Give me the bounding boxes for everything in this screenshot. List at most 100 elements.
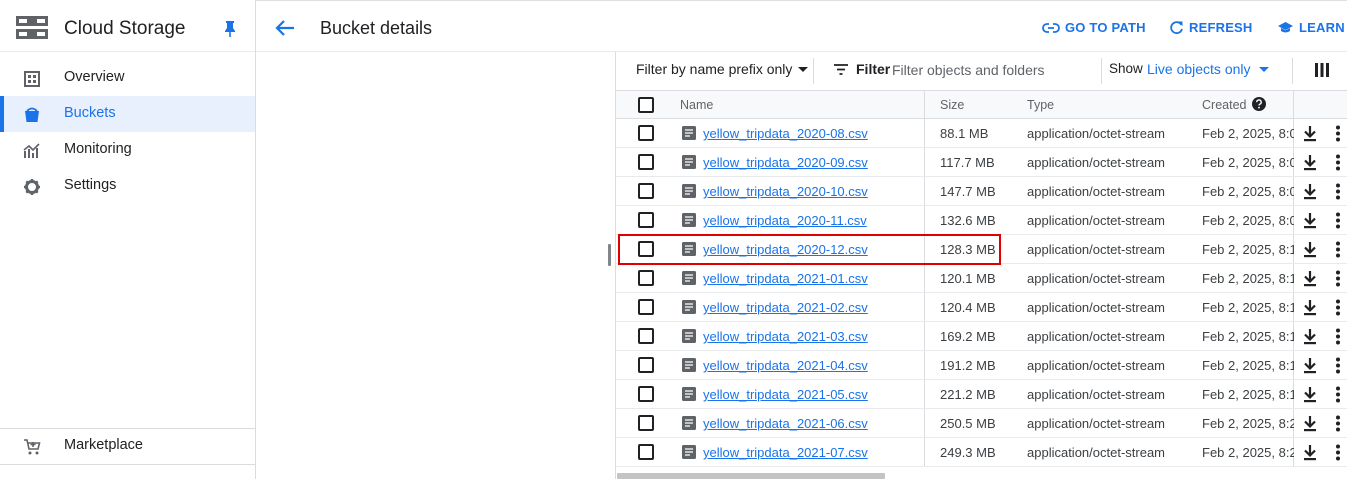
file-icon xyxy=(682,213,696,227)
more-vert-icon[interactable] xyxy=(1332,357,1344,374)
object-name-link[interactable]: yellow_tripdata_2021-02.csv xyxy=(703,300,868,315)
table-row[interactable]: yellow_tripdata_2020-08.csv 88.1 MB applic… xyxy=(616,119,1347,148)
table-row[interactable]: yellow_tripdata_2020-09.csv 117.7 MB appli… xyxy=(616,148,1347,177)
table-row[interactable]: yellow_tripdata_2020-10.csv 147.7 MB appli… xyxy=(616,177,1347,206)
download-icon[interactable] xyxy=(1302,241,1318,258)
prefix-filter-dropdown[interactable]: Filter by name prefix only xyxy=(636,61,809,77)
table-row[interactable]: yellow_tripdata_2021-05.csv 221.2 MB appli… xyxy=(616,380,1347,409)
object-name-link[interactable]: yellow_tripdata_2021-01.csv xyxy=(703,271,868,286)
object-name-link[interactable]: yellow_tripdata_2020-12.csv xyxy=(703,242,868,257)
more-vert-icon[interactable] xyxy=(1332,415,1344,432)
go-to-path-button[interactable]: GO TO PATH xyxy=(1042,20,1146,35)
table-row[interactable]: yellow_tripdata_2021-06.csv 250.5 MB appli… xyxy=(616,409,1347,438)
download-icon[interactable] xyxy=(1302,328,1318,345)
more-vert-icon[interactable] xyxy=(1332,386,1344,403)
column-header-created[interactable]: Created xyxy=(1202,98,1246,112)
filter-objects-input[interactable] xyxy=(892,57,1092,83)
select-all-checkbox[interactable] xyxy=(638,97,654,113)
object-name-link[interactable]: yellow_tripdata_2021-05.csv xyxy=(703,387,868,402)
object-name-link[interactable]: yellow_tripdata_2021-07.csv xyxy=(703,445,868,460)
filter-button[interactable]: Filter xyxy=(834,61,890,77)
more-vert-icon[interactable] xyxy=(1332,444,1344,461)
help-icon[interactable] xyxy=(1252,97,1266,111)
object-type: application/octet-stream xyxy=(1027,300,1166,315)
download-icon[interactable] xyxy=(1302,154,1318,171)
object-size: 132.6 MB xyxy=(940,213,996,228)
filter-icon xyxy=(834,63,848,75)
show-label: Show xyxy=(1109,61,1143,76)
object-type: application/octet-stream xyxy=(1027,271,1166,286)
column-header-size[interactable]: Size xyxy=(940,98,964,112)
download-icon[interactable] xyxy=(1302,183,1318,200)
panel-resize-handle[interactable] xyxy=(608,244,611,266)
row-checkbox[interactable] xyxy=(638,444,654,460)
download-icon[interactable] xyxy=(1302,270,1318,287)
row-checkbox[interactable] xyxy=(638,415,654,431)
download-icon[interactable] xyxy=(1302,125,1318,142)
download-icon[interactable] xyxy=(1302,444,1318,461)
row-checkbox[interactable] xyxy=(638,241,654,257)
table-row[interactable]: yellow_tripdata_2021-01.csv 120.1 MB appli… xyxy=(616,264,1347,293)
download-icon[interactable] xyxy=(1302,299,1318,316)
more-vert-icon[interactable] xyxy=(1332,154,1344,171)
object-name-link[interactable]: yellow_tripdata_2021-06.csv xyxy=(703,416,868,431)
sidebar-item-overview[interactable]: Overview xyxy=(0,60,255,96)
more-vert-icon[interactable] xyxy=(1332,125,1344,142)
object-name-link[interactable]: yellow_tripdata_2020-09.csv xyxy=(703,155,868,170)
more-vert-icon[interactable] xyxy=(1332,183,1344,200)
table-row[interactable]: yellow_tripdata_2021-02.csv 120.4 MB appli… xyxy=(616,293,1347,322)
object-name-link[interactable]: yellow_tripdata_2020-10.csv xyxy=(703,184,868,199)
table-row[interactable]: yellow_tripdata_2021-07.csv 249.3 MB appli… xyxy=(616,438,1347,467)
row-checkbox[interactable] xyxy=(638,212,654,228)
chevron-down-icon xyxy=(1258,66,1269,72)
table-row[interactable]: yellow_tripdata_2021-03.csv 169.2 MB appli… xyxy=(616,322,1347,351)
file-icon xyxy=(682,300,696,314)
more-vert-icon[interactable] xyxy=(1332,241,1344,258)
object-name-link[interactable]: yellow_tripdata_2020-08.csv xyxy=(703,126,868,141)
column-header-name[interactable]: Name xyxy=(680,98,713,112)
sidebar-item-marketplace[interactable]: Marketplace xyxy=(0,428,255,464)
refresh-button[interactable]: REFRESH xyxy=(1169,20,1253,35)
object-type: application/octet-stream xyxy=(1027,213,1166,228)
filter-separator xyxy=(813,58,814,84)
download-icon[interactable] xyxy=(1302,415,1318,432)
horizontal-scrollbar[interactable] xyxy=(617,473,885,479)
row-checkbox[interactable] xyxy=(638,328,654,344)
row-checkbox[interactable] xyxy=(638,270,654,286)
more-vert-icon[interactable] xyxy=(1332,212,1344,229)
more-vert-icon[interactable] xyxy=(1332,270,1344,287)
download-icon[interactable] xyxy=(1302,386,1318,403)
table-row[interactable]: yellow_tripdata_2021-04.csv 191.2 MB appli… xyxy=(616,351,1347,380)
object-type: application/octet-stream xyxy=(1027,126,1166,141)
more-vert-icon[interactable] xyxy=(1332,328,1344,345)
sidebar-item-monitoring[interactable]: Monitoring xyxy=(0,132,255,168)
show-objects-dropdown[interactable]: Live objects only xyxy=(1147,61,1269,77)
row-checkbox[interactable] xyxy=(638,386,654,402)
more-vert-icon[interactable] xyxy=(1332,299,1344,316)
pin-icon[interactable] xyxy=(222,20,238,38)
object-name-link[interactable]: yellow_tripdata_2021-03.csv xyxy=(703,329,868,344)
file-icon xyxy=(682,242,696,256)
chevron-down-icon xyxy=(798,66,809,72)
column-display-icon[interactable] xyxy=(1314,62,1330,78)
back-arrow-icon[interactable] xyxy=(274,17,296,39)
download-icon[interactable] xyxy=(1302,212,1318,229)
table-row[interactable]: yellow_tripdata_2020-11.csv 132.6 MB appli… xyxy=(616,206,1347,235)
row-checkbox[interactable] xyxy=(638,154,654,170)
object-type: application/octet-stream xyxy=(1027,155,1166,170)
row-checkbox[interactable] xyxy=(638,125,654,141)
go-to-path-label: GO TO PATH xyxy=(1065,20,1146,35)
sidebar-item-buckets[interactable]: Buckets xyxy=(0,96,255,132)
download-icon[interactable] xyxy=(1302,357,1318,374)
object-name-link[interactable]: yellow_tripdata_2020-11.csv xyxy=(703,213,867,228)
table-row[interactable]: yellow_tripdata_2020-12.csv 128.3 MB appli… xyxy=(616,235,1347,264)
row-checkbox[interactable] xyxy=(638,299,654,315)
column-header-type[interactable]: Type xyxy=(1027,98,1054,112)
row-checkbox[interactable] xyxy=(638,183,654,199)
object-size: 249.3 MB xyxy=(940,445,996,460)
sidebar-item-settings[interactable]: Settings xyxy=(0,168,255,204)
row-checkbox[interactable] xyxy=(638,357,654,373)
object-created: Feb 2, 2025, 8:2 xyxy=(1202,416,1294,431)
object-name-link[interactable]: yellow_tripdata_2021-04.csv xyxy=(703,358,868,373)
learn-button[interactable]: LEARN xyxy=(1277,20,1345,35)
